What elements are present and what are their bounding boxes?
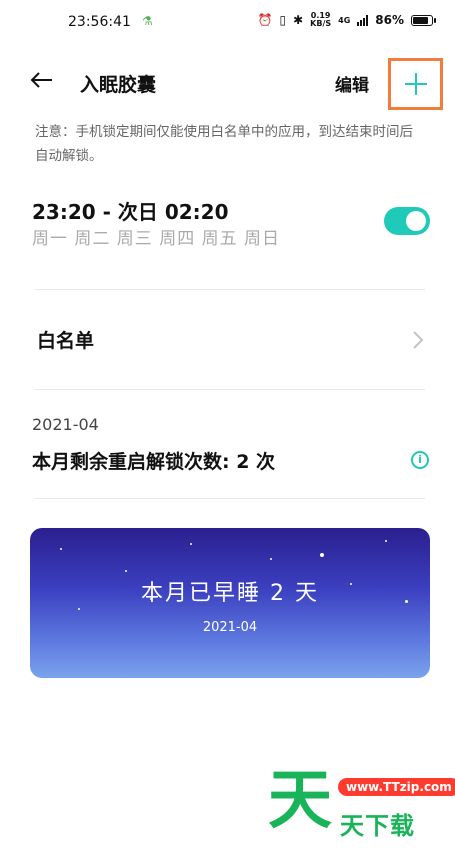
watermark-logo: 天 www.TTzip.com 天下载 — [268, 766, 455, 842]
schedule-days[interactable]: 周一 周二 周三 周四 周五 周日 — [32, 224, 280, 249]
early-sleep-month: 2021-04 — [202, 620, 258, 635]
schedule-time[interactable]: 23:20 - 次日 02:20 — [32, 196, 229, 225]
back-button[interactable] — [28, 66, 56, 94]
star — [385, 540, 387, 542]
chevron-right-icon — [413, 331, 424, 349]
remaining-unlocks: 本月剩余重启解锁次数: 2 次 — [32, 451, 276, 473]
watermark-logo-char: 天 — [268, 764, 332, 838]
alarm-icon: ⏰ — [257, 13, 273, 27]
edit-button[interactable]: 编辑 — [335, 71, 369, 96]
network-type: 4G — [338, 15, 351, 25]
divider — [35, 289, 425, 290]
status-time: 23:56:41 — [68, 14, 131, 30]
page-title: 入眠胶囊 — [80, 74, 157, 96]
signal-icon — [357, 14, 369, 26]
watermark-url: www.TTzip.com — [338, 778, 455, 796]
star — [270, 558, 272, 560]
status-icons: ⏰ ▯ ✱ 0.19 KB/S 4G 86% — [257, 12, 436, 28]
unlock-month: 2021-04 — [32, 415, 99, 434]
whitelist-row[interactable]: 白名单 — [0, 312, 455, 368]
arrow-left-icon — [30, 72, 52, 88]
early-sleep-title: 本月已早睡 2 天 — [141, 581, 319, 606]
lock-notice: 注意：手机锁定期间仅能使用白名单中的应用，到达结束时间后自动解锁。 — [35, 124, 413, 164]
watermark-name: 天下载 — [340, 812, 415, 840]
status-bar: 23:56:41 ⚗ ⏰ ▯ ✱ 0.19 KB/S 4G 86% — [0, 0, 455, 44]
divider — [35, 389, 425, 390]
star — [190, 543, 192, 545]
screen: 23:56:41 ⚗ ⏰ ▯ ✱ 0.19 KB/S 4G 86% 入眠胶囊 编… — [0, 0, 455, 856]
info-icon[interactable]: i — [411, 451, 429, 469]
toggle-knob — [406, 211, 426, 231]
network-speed: 0.19 KB/S — [310, 12, 331, 28]
schedule-toggle[interactable] — [384, 207, 430, 235]
star — [125, 570, 127, 572]
bluetooth-icon: ✱ — [293, 13, 304, 27]
early-sleep-card: 本月已早睡 2 天 2021-04 — [30, 528, 430, 678]
app-header: 入眠胶囊 编辑 — [0, 58, 455, 110]
vibrate-icon: ▯ — [279, 13, 287, 27]
battery-percent: 86% — [375, 13, 404, 27]
star — [60, 548, 62, 550]
star — [78, 608, 80, 610]
battery-icon — [411, 14, 436, 26]
star — [320, 553, 324, 557]
whitelist-label: 白名单 — [37, 330, 95, 352]
add-button[interactable] — [388, 58, 443, 110]
speed-unit: KB/S — [310, 19, 332, 28]
plus-icon — [405, 73, 427, 95]
flask-icon: ⚗ — [142, 14, 153, 28]
divider — [35, 498, 425, 499]
